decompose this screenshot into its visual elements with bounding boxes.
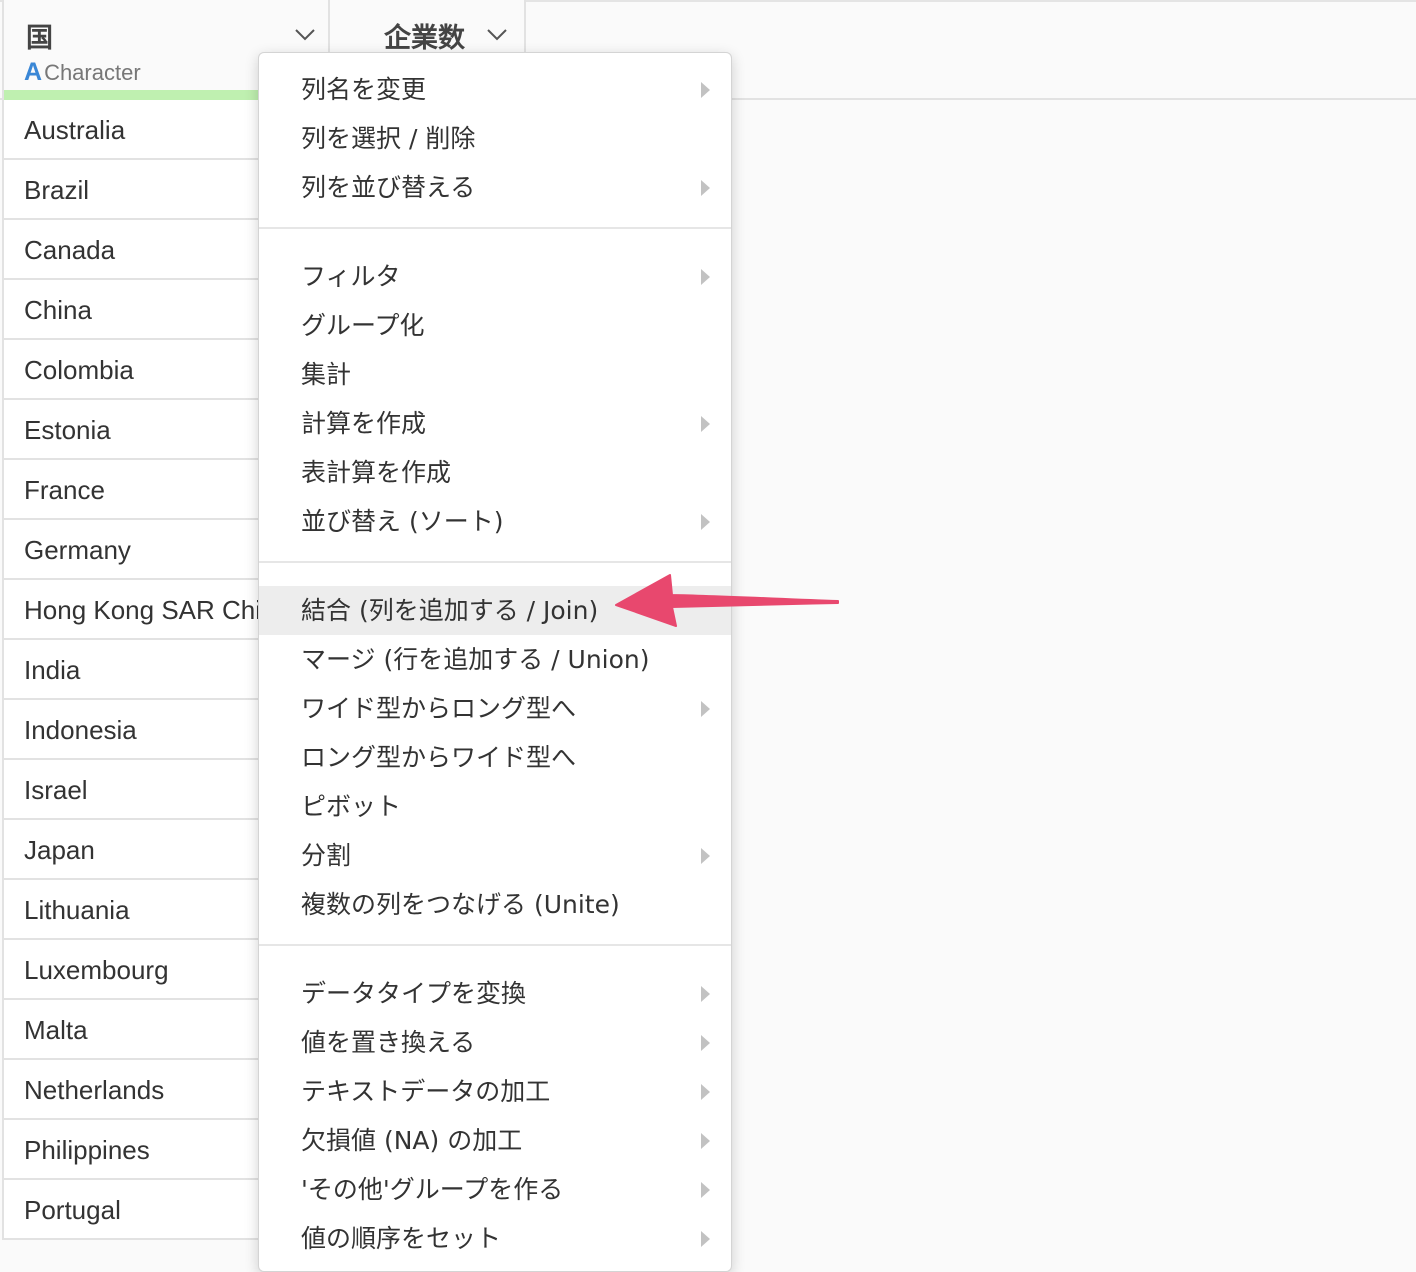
column-context-menu: 列名を変更列を選択 / 削除 列を並び替える フィルタグループ化集計計算を作成表計算…: [258, 52, 732, 1272]
menu-item-label: 結合 (列を追加する / Join): [301, 596, 599, 625]
submenu-arrow-icon: [701, 514, 710, 530]
menu-item-label: 欠損値 (NA) の加工: [301, 1126, 523, 1155]
character-type-icon: A: [24, 58, 43, 86]
column-type: ACharacter: [24, 58, 141, 87]
menu-item-label: フィルタ: [301, 262, 401, 291]
menu-item[interactable]: テキストデータの加工: [259, 1067, 731, 1116]
submenu-arrow-icon: [701, 1182, 710, 1198]
submenu-arrow-icon: [701, 1133, 710, 1149]
menu-item-label: テキストデータの加工: [301, 1077, 551, 1106]
menu-item[interactable]: 集計: [259, 350, 731, 399]
menu-item[interactable]: 計算を作成: [259, 399, 731, 448]
table-row[interactable]: Netherlands: [2, 1060, 260, 1120]
menu-item[interactable]: マージ (行を追加する / Union): [259, 635, 731, 684]
menu-item-label: マージ (行を追加する / Union): [301, 645, 650, 674]
annotation-arrow: [615, 574, 839, 627]
menu-item-label: ロング型からワイド型へ: [301, 743, 577, 772]
menu-item[interactable]: ロング型からワイド型へ: [259, 733, 731, 782]
menu-divider: [259, 944, 731, 946]
menu-item[interactable]: 値を置き換える: [259, 1018, 731, 1067]
table-row[interactable]: Australia: [2, 100, 260, 160]
menu-item-label: 計算を作成: [301, 409, 427, 438]
submenu-arrow-icon: [701, 180, 710, 196]
submenu-arrow-icon: [701, 416, 710, 432]
chevron-down-icon[interactable]: [294, 28, 316, 42]
menu-item-label: グループ化: [301, 311, 425, 340]
menu-item[interactable]: フィルタ: [259, 252, 731, 301]
column-type-label: Character: [44, 60, 141, 85]
submenu-arrow-icon: [701, 1084, 710, 1100]
table-row[interactable]: Lithuania: [2, 880, 260, 940]
table-row[interactable]: China: [2, 280, 260, 340]
menu-item[interactable]: 列名を変更: [259, 65, 731, 114]
table-row[interactable]: Colombia: [2, 340, 260, 400]
table-body: Australia Brazil Canada China Colombia Estoni…: [2, 100, 260, 1240]
menu-item-label: 値の順序をセット: [301, 1224, 502, 1253]
menu-divider: [259, 227, 731, 229]
menu-item[interactable]: 表計算を作成: [259, 448, 731, 497]
menu-item[interactable]: 欠損値 (NA) の加工: [259, 1116, 731, 1165]
table-row[interactable]: Hong Kong SAR China: [2, 580, 260, 640]
submenu-arrow-icon: [701, 82, 710, 98]
submenu-arrow-icon: [701, 701, 710, 717]
menu-item-label: 分割: [301, 841, 352, 870]
table-row[interactable]: Philippines: [2, 1120, 260, 1180]
submenu-arrow-icon: [701, 1231, 710, 1247]
menu-item[interactable]: 値の順序をセット: [259, 1214, 731, 1263]
column-name: 企業数: [384, 23, 465, 54]
menu-item[interactable]: 分割: [259, 831, 731, 880]
menu-item-label: 表計算を作成: [301, 458, 452, 487]
menu-item-label: データタイプを変換: [301, 979, 527, 1008]
menu-item[interactable]: 'その他'グループを作る: [259, 1165, 731, 1214]
table-row[interactable]: Canada: [2, 220, 260, 280]
menu-item[interactable]: 列を並び替える: [259, 163, 731, 212]
table-row[interactable]: Germany: [2, 520, 260, 580]
submenu-arrow-icon: [701, 1035, 710, 1051]
submenu-arrow-icon: [701, 986, 710, 1002]
table-row[interactable]: Malta: [2, 1000, 260, 1060]
table-row[interactable]: France: [2, 460, 260, 520]
menu-item[interactable]: 列を選択 / 削除: [259, 114, 731, 163]
menu-item-label: 複数の列をつなげる (Unite): [301, 890, 620, 919]
menu-item[interactable]: ピボット: [259, 782, 731, 831]
table-row[interactable]: Japan: [2, 820, 260, 880]
menu-item-label: 値を置き換える: [301, 1028, 476, 1057]
menu-item-label: 'その他'グループを作る: [301, 1175, 564, 1204]
submenu-arrow-icon: [701, 848, 710, 864]
menu-item-label: 列を選択 / 削除: [301, 124, 476, 153]
menu-item-label: 集計: [301, 360, 352, 389]
menu-item-label: 並び替え (ソート): [301, 507, 504, 536]
menu-item[interactable]: ワイド型からロング型へ: [259, 684, 731, 733]
menu-divider: [259, 561, 731, 563]
table-row[interactable]: Israel: [2, 760, 260, 820]
submenu-arrow-icon: [701, 269, 710, 285]
table-row[interactable]: Indonesia: [2, 700, 260, 760]
table-row[interactable]: Luxembourg: [2, 940, 260, 1000]
menu-item-label: 列名を変更: [301, 75, 427, 104]
table-row[interactable]: Portugal: [2, 1180, 260, 1240]
column-name: 国: [26, 23, 53, 54]
chevron-down-icon[interactable]: [486, 28, 508, 42]
menu-item-label: ワイド型からロング型へ: [301, 694, 577, 723]
menu-item[interactable]: グループ化: [259, 301, 731, 350]
menu-item[interactable]: 並び替え (ソート): [259, 497, 731, 546]
menu-item-label: ピボット: [301, 792, 402, 821]
menu-item[interactable]: データタイプを変換: [259, 969, 731, 1018]
menu-item-label: 列を並び替える: [301, 173, 476, 202]
menu-item[interactable]: 複数の列をつなげる (Unite): [259, 880, 731, 929]
table-row[interactable]: Estonia: [2, 400, 260, 460]
table-row[interactable]: Brazil: [2, 160, 260, 220]
table-row[interactable]: India: [2, 640, 260, 700]
